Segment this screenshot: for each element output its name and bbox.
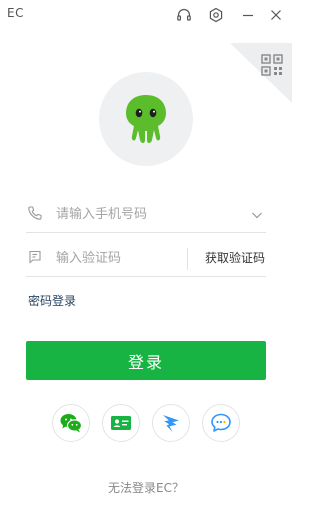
app-title: EC	[7, 6, 24, 20]
qr-login-toggle[interactable]	[230, 43, 292, 103]
wechat-icon	[60, 414, 83, 433]
get-code-button[interactable]: 获取验证码	[205, 249, 265, 266]
phone-field	[26, 198, 266, 233]
octopus-logo-icon	[126, 95, 166, 143]
message-login-button[interactable]	[202, 404, 240, 442]
phone-input[interactable]	[56, 203, 206, 225]
divider	[187, 248, 188, 270]
card-login-button[interactable]	[102, 404, 140, 442]
code-field: 获取验证码	[26, 242, 266, 277]
password-login-link[interactable]: 密码登录	[28, 292, 76, 309]
login-button[interactable]: 登录	[26, 341, 266, 380]
wechat-login-button[interactable]	[52, 404, 90, 442]
message-box-icon	[27, 249, 43, 265]
headset-icon[interactable]	[174, 5, 194, 25]
phone-icon	[27, 205, 43, 221]
minimize-icon[interactable]	[238, 5, 258, 25]
title-bar: EC	[0, 0, 292, 30]
settings-icon[interactable]	[206, 5, 226, 25]
business-card-icon	[111, 416, 131, 430]
dingtalk-icon	[163, 415, 179, 432]
avatar	[99, 72, 193, 166]
cannot-login-link[interactable]: 无法登录EC？	[0, 479, 292, 496]
message-icon	[211, 413, 231, 432]
close-icon[interactable]	[266, 5, 286, 25]
chevron-down-icon[interactable]	[250, 207, 264, 226]
dingtalk-login-button[interactable]	[152, 404, 190, 442]
code-input[interactable]	[56, 247, 176, 269]
